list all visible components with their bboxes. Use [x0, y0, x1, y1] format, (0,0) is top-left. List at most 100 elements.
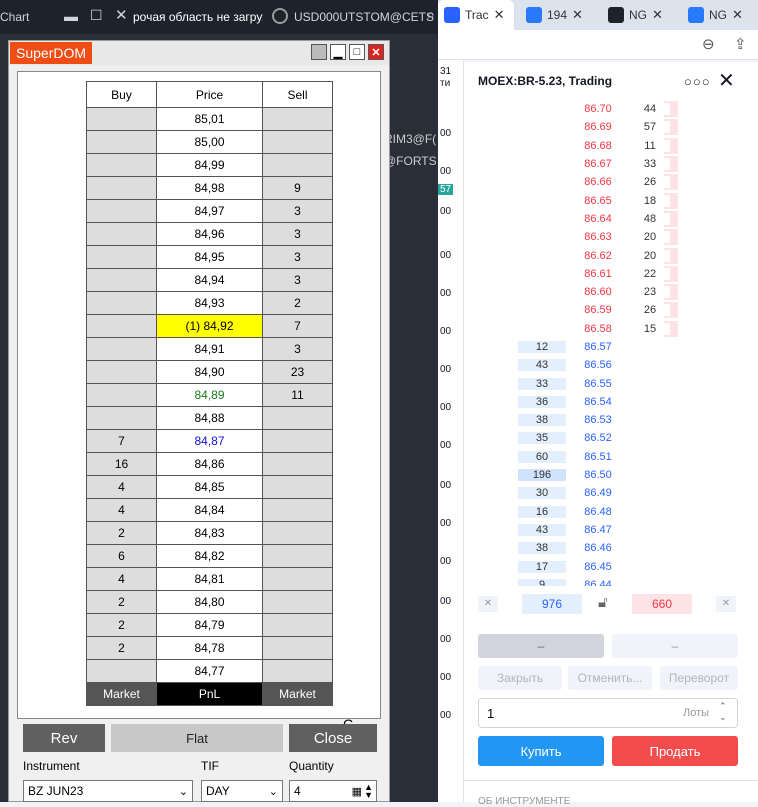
buy-button[interactable]: Купить: [478, 736, 604, 766]
buy-cell[interactable]: [86, 176, 157, 200]
buy-cell[interactable]: 4: [86, 475, 157, 499]
ask-row[interactable]: 86.60 23: [518, 283, 702, 301]
bid-row[interactable]: 30 86.49: [518, 484, 702, 502]
sell-button[interactable]: Продать: [612, 736, 738, 766]
browser-tab-2[interactable]: 194 ✕: [520, 0, 600, 30]
zoom-icon[interactable]: ⊖: [702, 35, 715, 53]
window-restore-icon[interactable]: [311, 44, 327, 60]
window-close-icon[interactable]: ✕: [368, 44, 384, 60]
search-icon[interactable]: ⌕: [427, 6, 435, 23]
instrument-select[interactable]: BZ JUN23 ⌄: [23, 780, 193, 802]
buy-cell[interactable]: 7: [86, 429, 157, 453]
buy-cell[interactable]: 2: [86, 521, 157, 545]
chart-tab[interactable]: Chart: [0, 10, 29, 24]
close-icon[interactable]: ✕: [115, 6, 128, 24]
sell-cell[interactable]: [262, 429, 333, 453]
superdom-titlebar[interactable]: SuperDOM ▁ □ ✕: [9, 41, 389, 65]
sell-cell[interactable]: [262, 567, 333, 591]
sell-cell[interactable]: 7: [262, 314, 333, 338]
bid-row[interactable]: 33 86.55: [518, 374, 702, 392]
lots-stepper[interactable]: ⌃ ⌄: [719, 701, 727, 723]
buy-cell[interactable]: [86, 222, 157, 246]
ask-row[interactable]: 86.58 15: [518, 320, 702, 338]
buy-cell[interactable]: [86, 406, 157, 430]
sell-cell[interactable]: [262, 452, 333, 476]
buy-cell[interactable]: [86, 199, 157, 223]
sell-cell[interactable]: 3: [262, 222, 333, 246]
ask-row[interactable]: 86.63 20: [518, 228, 702, 246]
buy-cell[interactable]: [86, 337, 157, 361]
buy-cell[interactable]: [86, 314, 157, 338]
close-tab-icon[interactable]: ✕: [572, 7, 583, 23]
ask-row[interactable]: 86.68 11: [518, 137, 702, 155]
sell-cell[interactable]: 9: [262, 176, 333, 200]
close-tab-icon[interactable]: ✕: [652, 7, 663, 23]
buy-cell[interactable]: 2: [86, 590, 157, 614]
sell-cell[interactable]: [262, 406, 333, 430]
sell-cell[interactable]: [262, 636, 333, 660]
close-tab-icon[interactable]: ✕: [732, 7, 743, 23]
calculator-icon[interactable]: ▦: [352, 785, 362, 798]
sell-cell[interactable]: 3: [262, 268, 333, 292]
sell-cell[interactable]: [262, 590, 333, 614]
sell-cell[interactable]: 3: [262, 199, 333, 223]
buy-cell[interactable]: [86, 153, 157, 177]
maximize-icon[interactable]: ☐: [90, 7, 103, 24]
browser-tab-trading[interactable]: Trac ✕: [438, 0, 514, 30]
sell-cell[interactable]: 11: [262, 383, 333, 407]
close-panel-icon[interactable]: ✕: [718, 68, 735, 93]
market-buy-button[interactable]: Market: [86, 682, 157, 706]
sell-cell[interactable]: 2: [262, 291, 333, 315]
quantity-input[interactable]: 4 ▦ ▲ ▼: [289, 780, 377, 802]
ask-row[interactable]: 86.66 26: [518, 173, 702, 191]
sell-cell[interactable]: 23: [262, 360, 333, 384]
buy-cell[interactable]: 4: [86, 567, 157, 591]
bid-row[interactable]: 43 86.56: [518, 356, 702, 374]
market-sell-button[interactable]: Market: [262, 682, 333, 706]
ask-row[interactable]: 86.61 22: [518, 265, 702, 283]
ask-row[interactable]: 86.67 33: [518, 155, 702, 173]
rev-button[interactable]: Rev: [23, 724, 105, 752]
buy-cell[interactable]: [86, 383, 157, 407]
buy-cell[interactable]: [86, 291, 157, 315]
sell-cell[interactable]: [262, 659, 333, 683]
buy-cell[interactable]: [86, 360, 157, 384]
minimize-icon[interactable]: ▬: [64, 8, 78, 24]
sell-cell[interactable]: [262, 153, 333, 177]
buy-cell[interactable]: [86, 268, 157, 292]
sell-cell[interactable]: [262, 544, 333, 568]
clear-asks-icon[interactable]: ✕: [716, 596, 736, 612]
buy-cell[interactable]: [86, 245, 157, 269]
ask-row[interactable]: 86.70 44: [518, 100, 702, 118]
ask-row[interactable]: 86.69 57: [518, 118, 702, 136]
bid-row[interactable]: 9 86.44: [518, 576, 702, 586]
clear-bids-icon[interactable]: ✕: [478, 596, 498, 612]
bid-price-button[interactable]: –: [478, 634, 604, 658]
ask-row[interactable]: 86.59 26: [518, 301, 702, 319]
buy-cell[interactable]: 6: [86, 544, 157, 568]
ask-row[interactable]: 86.64 48: [518, 210, 702, 228]
tif-select[interactable]: DAY ⌄: [201, 780, 283, 802]
ask-row[interactable]: 86.65 18: [518, 191, 702, 209]
buy-cell[interactable]: [86, 659, 157, 683]
bid-row[interactable]: 38 86.46: [518, 539, 702, 557]
more-icon[interactable]: ○○○: [684, 74, 711, 89]
close-position-button[interactable]: Close: [289, 724, 377, 752]
browser-tab-4[interactable]: NG ✕: [682, 0, 758, 30]
share-icon[interactable]: ⇪: [734, 35, 747, 53]
lock-icon[interactable]: 🔓︎: [598, 594, 608, 611]
bid-row[interactable]: 43 86.47: [518, 521, 702, 539]
bid-row[interactable]: 35 86.52: [518, 429, 702, 447]
bid-row[interactable]: 60 86.51: [518, 448, 702, 466]
buy-cell[interactable]: [86, 130, 157, 154]
bid-row[interactable]: 38 86.53: [518, 411, 702, 429]
bid-row[interactable]: 36 86.54: [518, 393, 702, 411]
close-tab-icon[interactable]: ✕: [494, 7, 505, 23]
window-minimize-icon[interactable]: ▁: [330, 44, 346, 60]
buy-cell[interactable]: 4: [86, 498, 157, 522]
quantity-stepper[interactable]: ▲ ▼: [364, 783, 373, 800]
ask-price-button[interactable]: –: [612, 634, 738, 658]
sell-cell[interactable]: [262, 475, 333, 499]
window-maximize-icon[interactable]: □: [349, 44, 365, 60]
bid-row[interactable]: 16 86.48: [518, 503, 702, 521]
